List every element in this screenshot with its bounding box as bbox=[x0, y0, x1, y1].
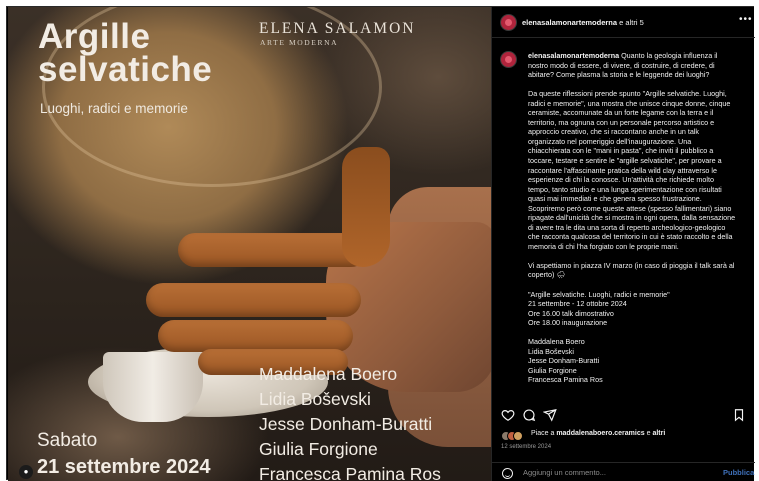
wheel-stand-shape bbox=[103, 352, 203, 422]
poster-date: 21 settembre 2024 bbox=[37, 456, 211, 478]
caption-line: Quanto la geologia influenza il bbox=[621, 51, 718, 60]
poster-day: Sabato bbox=[37, 430, 98, 451]
post-date[interactable]: 12 settembre 2024 bbox=[501, 444, 551, 450]
poster-title-line: selvatiche bbox=[38, 50, 213, 89]
likes-conj: e bbox=[646, 430, 651, 437]
post-side-panel: elenasalamonartemoderna e altri 5 ••• el… bbox=[491, 7, 755, 481]
caption-line: radici e memorie", una mostra che unisce… bbox=[528, 98, 731, 108]
caption-line: "Argille selvatiche. Luoghi, radici e me… bbox=[528, 289, 670, 299]
caption-line: ripagate dall'unicità che si mostra in o… bbox=[528, 213, 736, 223]
finger-shape bbox=[178, 233, 368, 267]
post-image[interactable]: Argille selvatiche Luoghi, radici e memo… bbox=[8, 7, 491, 481]
poster-name: Francesca Pamina Ros bbox=[259, 464, 441, 481]
avatar bbox=[513, 431, 523, 441]
caption-line: che racconta qualcosa del territorio in … bbox=[528, 232, 733, 242]
bookmark-icon[interactable] bbox=[732, 408, 746, 422]
caption-paragraph: Maddalena Boero Lidia Boševski Jesse Don… bbox=[528, 337, 750, 385]
caption-line: Giulia Forgione bbox=[528, 365, 577, 375]
likes-prefix: Piace a bbox=[531, 430, 555, 437]
caption-line: Francesca Pamina Ros bbox=[528, 375, 603, 385]
finger-shape bbox=[158, 320, 353, 352]
poster-brand-sub: ARTE MODERNA bbox=[260, 38, 339, 47]
caption-line: Ore 16.00 talk dimostrativo bbox=[528, 308, 614, 318]
like-heart-icon[interactable] bbox=[501, 408, 515, 422]
caption-line: Ore 18.00 inaugurazione bbox=[528, 318, 608, 328]
caption-line: raccontare l'affascinante pratica della … bbox=[528, 165, 718, 175]
caption-line: coperto) 🌧 bbox=[528, 270, 566, 280]
avatar[interactable] bbox=[500, 51, 517, 68]
caption-line: organizzato nel pomeriggio dell'inaugura… bbox=[528, 136, 692, 146]
publish-button[interactable]: Pubblica bbox=[723, 468, 754, 477]
header-username[interactable]: elenasalamonartemoderna bbox=[522, 18, 617, 27]
poster-brand: ELENA SALAMON bbox=[259, 20, 416, 37]
poster-title: Argille selvatiche bbox=[38, 17, 213, 89]
caption-paragraph: "Argille selvatiche. Luoghi, radici e me… bbox=[528, 290, 750, 328]
caption-paragraph: Da queste riflessioni prende spunto "Arg… bbox=[528, 89, 750, 251]
liker-avatars[interactable] bbox=[501, 431, 529, 441]
poster-subtitle: Luoghi, radici e memorie bbox=[40, 101, 188, 116]
action-bar bbox=[492, 405, 755, 425]
poster-name: Maddalena Boero bbox=[259, 364, 398, 384]
caption-line: memoria di chi l'ha forgiato con le prop… bbox=[528, 241, 679, 251]
user-tag-icon[interactable]: ● bbox=[19, 465, 33, 479]
poster-name: Giulia Forgione bbox=[259, 439, 378, 459]
share-send-icon[interactable] bbox=[542, 408, 557, 422]
poster-name: Lidia Boševski bbox=[259, 389, 371, 409]
likes-user[interactable]: maddalenaboero.ceramics bbox=[556, 430, 644, 437]
poster-title-line: Argille bbox=[38, 17, 151, 56]
caption-line: nostro modo di essere, di vivere, di cos… bbox=[528, 60, 715, 70]
caption-line: chiacchierata con le "mani in pasta", ch… bbox=[528, 146, 714, 156]
post-header: elenasalamonartemoderna e altri 5 ••• bbox=[492, 7, 755, 38]
caption-line: ceramiste, accomunate da un forte legame… bbox=[528, 108, 714, 118]
comment-bar: Pubblica bbox=[492, 462, 755, 481]
caption-line: Maddalena Boero bbox=[528, 337, 585, 347]
header-others[interactable]: e altri 5 bbox=[619, 18, 644, 27]
poster-names: Maddalena Boero Lidia Boševski Jesse Don… bbox=[259, 362, 441, 481]
caption-line: Lidia Boševski bbox=[528, 346, 574, 356]
likes-summary: Piace a maddalenaboero.ceramics e altri bbox=[531, 430, 665, 437]
caption-line: toccare, testare e sentire le "argille s… bbox=[528, 155, 722, 165]
comment-input[interactable] bbox=[523, 466, 703, 479]
more-options-icon[interactable]: ••• bbox=[739, 14, 753, 25]
likes-others[interactable]: altri bbox=[652, 430, 665, 437]
caption-line: quasi mai immediati e che genera spesso … bbox=[528, 194, 702, 204]
caption-line: approccio creativo, che si raccontano an… bbox=[528, 127, 700, 137]
caption-line: tempo, tanto studio e una lunga sperimen… bbox=[528, 184, 722, 194]
caption-line: Scopriremo però come queste attese (spes… bbox=[528, 203, 732, 213]
clay-drip-shape bbox=[342, 147, 390, 267]
caption-username[interactable]: elenasalamonartemoderna bbox=[528, 51, 619, 60]
caption-paragraph: elenasalamonartemoderna Quanto la geolog… bbox=[528, 51, 750, 80]
avatar[interactable] bbox=[500, 14, 517, 31]
caption-line: Jesse Donham-Buratti bbox=[528, 356, 600, 366]
caption: elenasalamonartemoderna Quanto la geolog… bbox=[492, 43, 755, 403]
poster-name: Jesse Donham-Buratti bbox=[259, 414, 433, 434]
header-user[interactable]: elenasalamonartemoderna e altri 5 bbox=[522, 18, 644, 27]
caption-text: elenasalamonartemoderna Quanto la geolog… bbox=[528, 51, 750, 394]
caption-line: di avere tra le dita una sorta di repert… bbox=[528, 222, 726, 232]
emoji-icon[interactable] bbox=[502, 468, 513, 479]
comment-bubble-icon[interactable] bbox=[522, 408, 536, 422]
caption-line: Vi aspettiamo in piazza IV marzo (in cas… bbox=[528, 260, 735, 270]
finger-shape bbox=[146, 283, 361, 317]
caption-line: esperienze di chi la conosce. Un'attivit… bbox=[528, 175, 714, 185]
caption-line: abitare? Come plasma la storia e le legg… bbox=[528, 70, 710, 80]
caption-line: Da queste riflessioni prende spunto "Arg… bbox=[528, 89, 727, 99]
caption-line: 21 settembre - 12 ottobre 2024 bbox=[528, 299, 627, 309]
caption-line: territorio, ma ognuna con un personale p… bbox=[528, 117, 715, 127]
caption-line: elenasalamonartemoderna Quanto la geolog… bbox=[528, 51, 750, 61]
caption-paragraph: Vi aspettiamo in piazza IV marzo (in cas… bbox=[528, 261, 750, 280]
